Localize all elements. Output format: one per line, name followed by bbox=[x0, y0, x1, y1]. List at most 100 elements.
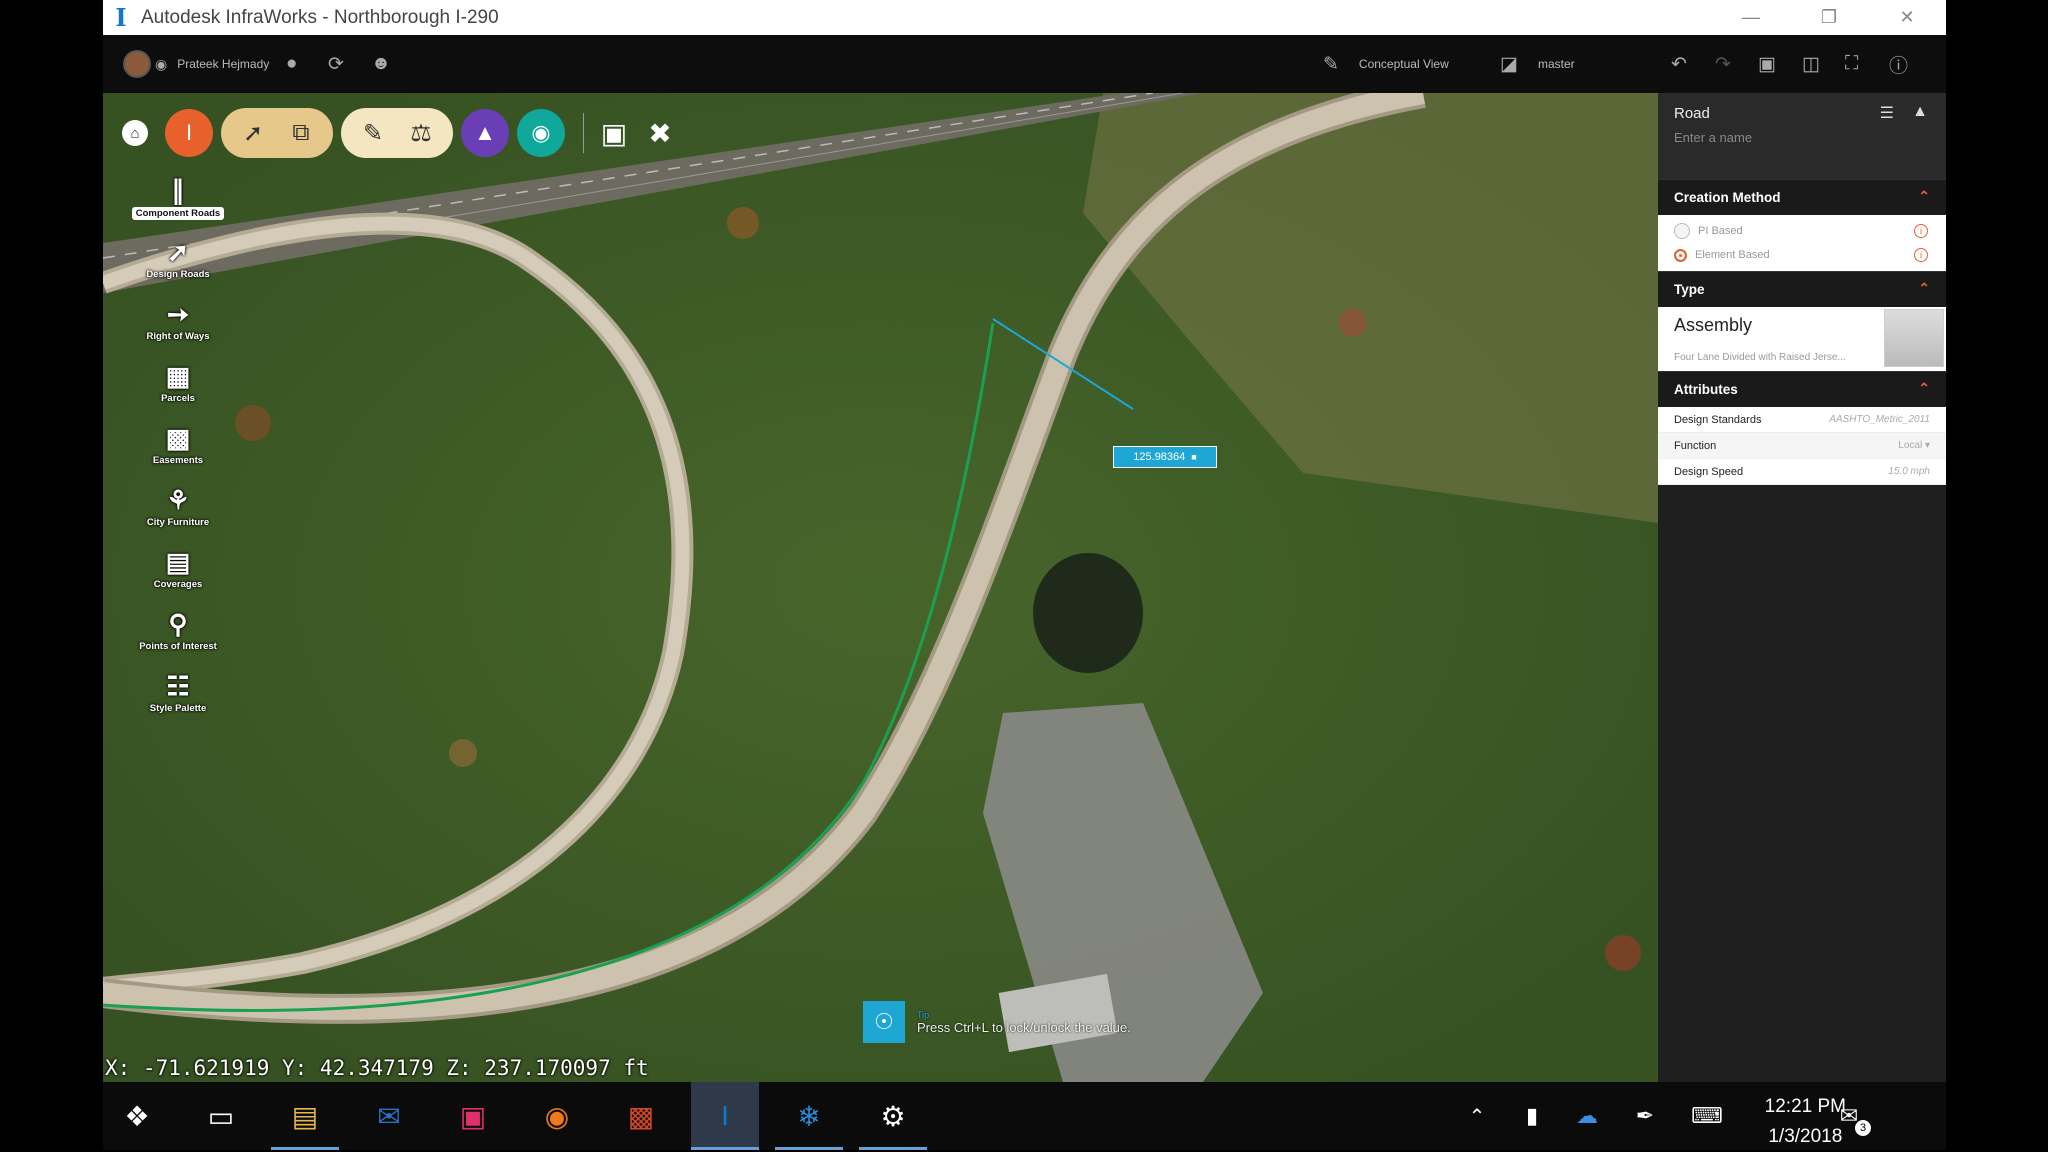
chevron-down-icon: ▾ bbox=[1924, 440, 1930, 451]
redo-icon[interactable]: ↷ bbox=[1715, 35, 1731, 93]
tip-label: Tip bbox=[917, 1009, 930, 1020]
nav-item-easements[interactable]: ▩ Easements bbox=[123, 421, 233, 483]
design-tool-group: ➚ ⧉ bbox=[221, 108, 333, 158]
settings-button[interactable]: ⚙ bbox=[859, 1082, 927, 1150]
nav-item-design-roads[interactable]: ➚ Design Roads bbox=[123, 235, 233, 297]
nav-item-component-roads[interactable]: ∥ Component Roads bbox=[123, 173, 233, 235]
panel-toggle-icon[interactable]: ◫ bbox=[1802, 35, 1820, 93]
present-icon[interactable]: ▣ bbox=[594, 113, 634, 153]
element-based-option[interactable]: Element Based i bbox=[1658, 243, 1946, 267]
layers-icon[interactable]: ⧉ bbox=[277, 109, 325, 157]
points-of-interest-icon: ⚲ bbox=[168, 609, 188, 639]
notification-count: 3 bbox=[1855, 1120, 1871, 1136]
infraworks-taskbar-button[interactable]: I bbox=[691, 1082, 759, 1150]
outlook-icon: ✉ bbox=[377, 1100, 401, 1132]
left-navigation: ∥ Component Roads ➚ Design Roads ➙ Right… bbox=[123, 173, 233, 731]
close-button[interactable]: ✕ bbox=[1868, 0, 1946, 35]
user-menu[interactable]: ◉ Prateek Hejmady bbox=[123, 35, 269, 93]
help-icon[interactable]: ⓘ bbox=[1889, 35, 1908, 93]
firefox-icon: ◉ bbox=[544, 1100, 570, 1132]
home-button[interactable]: ⌂ bbox=[115, 108, 155, 158]
aerial-map[interactable] bbox=[103, 93, 1658, 1082]
tip-banner: ☉ Tip Press Ctrl+L to lock/unlock the va… bbox=[863, 999, 1163, 1045]
chevron-up-icon: ⌃ bbox=[1918, 380, 1930, 396]
attribute-row[interactable]: Design Speed 15.0 mph bbox=[1658, 459, 1946, 485]
restore-button[interactable]: ❐ bbox=[1790, 0, 1868, 35]
undo-icon[interactable]: ↶ bbox=[1671, 35, 1687, 93]
m-app-icon: ▣ bbox=[459, 1100, 487, 1132]
creation-method-section-header[interactable]: Creation Method ⌃ bbox=[1658, 179, 1946, 215]
sync-icon[interactable]: ⟳ bbox=[328, 35, 344, 93]
view-mode-selector[interactable]: ✎ Conceptual View bbox=[1323, 35, 1449, 93]
attributes-table: Design Standards AASHTO_Metric_2011 Func… bbox=[1658, 407, 1946, 485]
user-settings-icon[interactable]: ☻ bbox=[371, 35, 391, 93]
gear-icon: ⚙ bbox=[880, 1100, 906, 1132]
folder-icon: ▤ bbox=[291, 1100, 319, 1132]
snowflake-app-button[interactable]: ❄ bbox=[775, 1082, 843, 1150]
sketch-icon[interactable]: ✎ bbox=[349, 109, 397, 157]
measure-value-tag[interactable]: 125.98364 ■ bbox=[1113, 446, 1217, 468]
lock-icon[interactable]: ■ bbox=[1191, 452, 1196, 462]
coverages-icon: ▤ bbox=[165, 547, 191, 577]
capture-icon[interactable]: ▣ bbox=[1758, 35, 1776, 93]
start-button[interactable]: ❖ bbox=[103, 1082, 171, 1150]
chat-icon[interactable]: ● bbox=[286, 35, 297, 93]
assembly-selector[interactable]: Assembly Four Lane Divided with Raised J… bbox=[1658, 307, 1946, 371]
view-mode-label: Conceptual View bbox=[1358, 57, 1449, 71]
attribute-value[interactable]: Local ▾ bbox=[1898, 440, 1930, 451]
pi-based-radio[interactable] bbox=[1674, 223, 1690, 239]
element-based-label: Element Based bbox=[1695, 249, 1770, 261]
element-based-radio[interactable] bbox=[1674, 248, 1687, 262]
design-roads-icon: ➚ bbox=[167, 237, 189, 267]
nav-item-style-palette[interactable]: ☷ Style Palette bbox=[123, 669, 233, 731]
component-roads-icon: ∥ bbox=[171, 175, 185, 205]
branch-selector[interactable]: ◪ master bbox=[1500, 35, 1575, 93]
application-window: I Autodesk InfraWorks - Northborough I-2… bbox=[103, 0, 1946, 1082]
attribute-row[interactable]: Design Standards AASHTO_Metric_2011 bbox=[1658, 407, 1946, 433]
pin-icon[interactable]: ▲ bbox=[1912, 103, 1928, 121]
minimize-button[interactable]: — bbox=[1712, 0, 1790, 35]
drainage-button[interactable]: ◉ bbox=[517, 109, 565, 157]
infraworks-button[interactable]: I bbox=[165, 109, 213, 157]
chevron-up-icon: ⌃ bbox=[1918, 188, 1930, 204]
nav-item-coverages[interactable]: ▤ Coverages bbox=[123, 545, 233, 607]
outlook-button[interactable]: ✉ bbox=[355, 1082, 423, 1150]
attribute-value[interactable]: 15.0 mph bbox=[1888, 466, 1930, 477]
nav-item-parcels[interactable]: ▦ Parcels bbox=[123, 359, 233, 421]
powerpoint-button[interactable]: ▩ bbox=[607, 1082, 675, 1150]
user-badge-icon: ◉ bbox=[155, 55, 168, 72]
fullscreen-icon[interactable]: ⛶ bbox=[1845, 35, 1858, 93]
tools-icon[interactable]: ✖ bbox=[640, 113, 680, 153]
task-view-button[interactable]: ▭ bbox=[187, 1082, 255, 1150]
firefox-button[interactable]: ◉ bbox=[523, 1082, 591, 1150]
attribute-value[interactable]: AASHTO_Metric_2011 bbox=[1829, 414, 1930, 425]
action-center-button[interactable]: ✉ 3 bbox=[1815, 1082, 1883, 1150]
bridge-button[interactable]: ▲ bbox=[461, 109, 509, 157]
attribute-row[interactable]: Function Local ▾ bbox=[1658, 433, 1946, 459]
attributes-section-header[interactable]: Attributes ⌃ bbox=[1658, 371, 1946, 407]
attribute-label: Design Speed bbox=[1674, 465, 1744, 478]
main-toolbar: ⌂ I ➚ ⧉ ✎ ⚖ ▲ ◉ ▣ ✖ bbox=[115, 103, 686, 163]
nav-item-city-furniture[interactable]: ⚘ City Furniture bbox=[123, 483, 233, 545]
sketch-tool-group: ✎ ⚖ bbox=[341, 108, 453, 158]
info-icon[interactable]: i bbox=[1914, 248, 1928, 262]
info-icon[interactable]: i bbox=[1914, 224, 1928, 238]
nav-item-points-of-interest[interactable]: ⚲ Points of Interest bbox=[123, 607, 233, 669]
home-icon: ⌂ bbox=[122, 120, 148, 146]
pi-based-option[interactable]: PI Based i bbox=[1658, 219, 1946, 243]
snowflake-icon: ❄ bbox=[797, 1100, 821, 1132]
name-input[interactable]: Enter a name bbox=[1674, 130, 1930, 145]
menu-icon[interactable]: ☰ bbox=[1880, 103, 1894, 123]
pen-icon[interactable]: ✒ bbox=[1611, 1082, 1679, 1150]
chevron-up-icon: ⌃ bbox=[1468, 1105, 1486, 1128]
analyze-icon[interactable]: ⚖ bbox=[397, 109, 445, 157]
assembly-thumbnail[interactable] bbox=[1884, 309, 1944, 367]
map-viewport[interactable]: ⌂ I ➚ ⧉ ✎ ⚖ ▲ ◉ ▣ ✖ ∥ Component Roads ➚ bbox=[103, 93, 1658, 1082]
mail-app-button[interactable]: ▣ bbox=[439, 1082, 507, 1150]
keyboard-icon[interactable]: ⌨ bbox=[1673, 1082, 1741, 1150]
file-explorer-button[interactable]: ▤ bbox=[271, 1082, 339, 1150]
panel-header: Road Enter a name ☰ ▲ bbox=[1658, 93, 1946, 179]
type-section-header[interactable]: Type ⌃ bbox=[1658, 271, 1946, 307]
road-design-icon[interactable]: ➚ bbox=[229, 109, 277, 157]
nav-item-right-of-ways[interactable]: ➙ Right of Ways bbox=[123, 297, 233, 359]
